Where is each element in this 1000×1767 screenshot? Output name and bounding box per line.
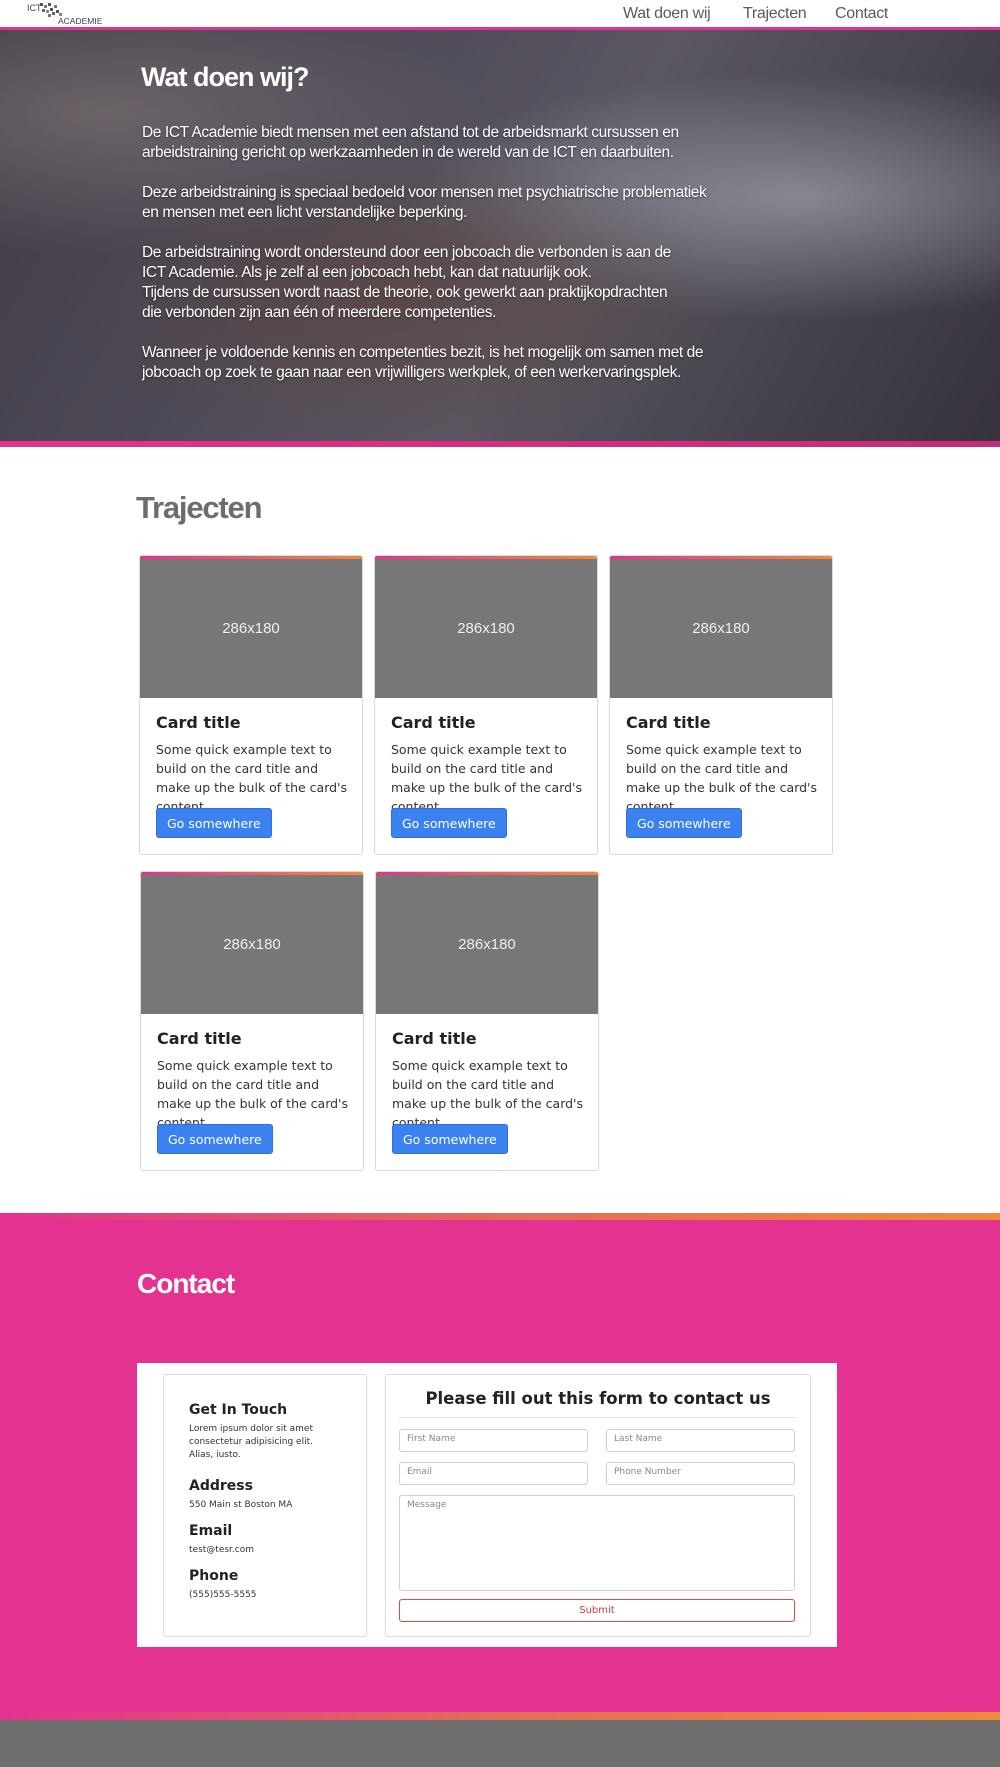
- card-text: Some quick example text to build on the …: [157, 1058, 348, 1130]
- card-text: Some quick example text to build on the …: [391, 742, 582, 814]
- get-in-touch-heading: Get In Touch: [189, 1402, 288, 1418]
- hero-title: Wat doen wij?: [141, 62, 309, 92]
- card-image-placeholder: 286x180: [141, 875, 363, 1014]
- card-title: Card title: [157, 1029, 242, 1048]
- card-title: Card title: [392, 1029, 477, 1048]
- card-image-label: 286x180: [692, 620, 750, 637]
- navbar: ICT ACADEMIE Wat doen wij Trajecten Cont…: [0, 0, 1000, 30]
- nav-link-wat-doen-wij[interactable]: Wat doen wij: [623, 5, 711, 23]
- address-value: 550 Main st Boston MA: [189, 1500, 293, 1510]
- phone-heading: Phone: [189, 1568, 239, 1584]
- phone-number-input[interactable]: Phone Number: [606, 1462, 795, 1485]
- card-image-placeholder: 286x180: [376, 875, 598, 1014]
- card-image-label: 286x180: [222, 620, 280, 637]
- card-image-placeholder: 286x180: [375, 559, 597, 698]
- card-text: Some quick example text to build on the …: [156, 742, 347, 814]
- traject-card: 286x180 Card title Some quick example te…: [609, 555, 833, 855]
- footer: [0, 1712, 1000, 1767]
- message-textarea[interactable]: Message: [399, 1495, 795, 1591]
- form-divider: [399, 1417, 797, 1418]
- phone-value: (555)555-5555: [189, 1590, 257, 1600]
- address-heading: Address: [189, 1478, 253, 1494]
- first-name-input[interactable]: First Name: [399, 1429, 588, 1452]
- go-somewhere-button[interactable]: Go somewhere: [626, 808, 742, 838]
- nav-link-trajecten[interactable]: Trajecten: [743, 5, 807, 23]
- go-somewhere-button[interactable]: Go somewhere: [391, 808, 507, 838]
- go-somewhere-button[interactable]: Go somewhere: [392, 1124, 508, 1154]
- hero-paragraph-1: De ICT Academie biedt mensen met een afs…: [142, 124, 679, 161]
- contact-section: Contact Get In Touch Lorem ipsum dolor s…: [0, 1213, 1000, 1720]
- contact-info-box: Get In Touch Lorem ipsum dolor sit amet …: [163, 1374, 367, 1637]
- ict-academie-logo[interactable]: ICT ACADEMIE: [26, 1, 122, 27]
- contact-panel: Get In Touch Lorem ipsum dolor sit amet …: [137, 1363, 837, 1647]
- card-image-label: 286x180: [457, 620, 515, 637]
- go-somewhere-button[interactable]: Go somewhere: [156, 808, 272, 838]
- last-name-input[interactable]: Last Name: [606, 1429, 795, 1452]
- hero-paragraph-2: Deze arbeidstraining is speciaal bedoeld…: [142, 184, 707, 221]
- submit-button[interactable]: Submit: [399, 1599, 795, 1622]
- go-somewhere-button[interactable]: Go somewhere: [157, 1124, 273, 1154]
- logo-text-bottom: ACADEMIE: [58, 16, 103, 26]
- email-heading: Email: [189, 1523, 233, 1539]
- card-title: Card title: [626, 713, 711, 732]
- logo-text-top: ICT: [27, 3, 42, 13]
- contact-title: Contact: [137, 1268, 235, 1299]
- card-title: Card title: [156, 713, 241, 732]
- card-text: Some quick example text to build on the …: [626, 742, 817, 814]
- traject-card: 286x180 Card title Some quick example te…: [375, 871, 599, 1171]
- email-value: test@tesr.com: [189, 1545, 254, 1555]
- hero-paragraph-3: De arbeidstraining wordt ondersteund doo…: [142, 244, 671, 321]
- contact-intro-text: Lorem ipsum dolor sit amet consectetur a…: [189, 1424, 313, 1460]
- card-title: Card title: [391, 713, 476, 732]
- nav-link-contact[interactable]: Contact: [835, 5, 888, 23]
- card-text: Some quick example text to build on the …: [392, 1058, 583, 1130]
- card-image-placeholder: 286x180: [610, 559, 832, 698]
- email-input[interactable]: Email: [399, 1462, 588, 1485]
- hero-paragraph-4: Wanneer je voldoende kennis en competent…: [142, 344, 704, 381]
- trajecten-title: Trajecten: [136, 490, 263, 525]
- card-image-placeholder: 286x180: [140, 559, 362, 698]
- traject-card: 286x180 Card title Some quick example te…: [374, 555, 598, 855]
- card-image-label: 286x180: [223, 936, 281, 953]
- hero-section: Wat doen wij? De ICT Academie biedt mens…: [0, 30, 1000, 447]
- contact-form: Please fill out this form to contact us …: [385, 1374, 811, 1637]
- traject-card: 286x180 Card title Some quick example te…: [139, 555, 363, 855]
- form-title: Please fill out this form to contact us: [425, 1389, 771, 1408]
- traject-card: 286x180 Card title Some quick example te…: [140, 871, 364, 1171]
- card-image-label: 286x180: [458, 936, 516, 953]
